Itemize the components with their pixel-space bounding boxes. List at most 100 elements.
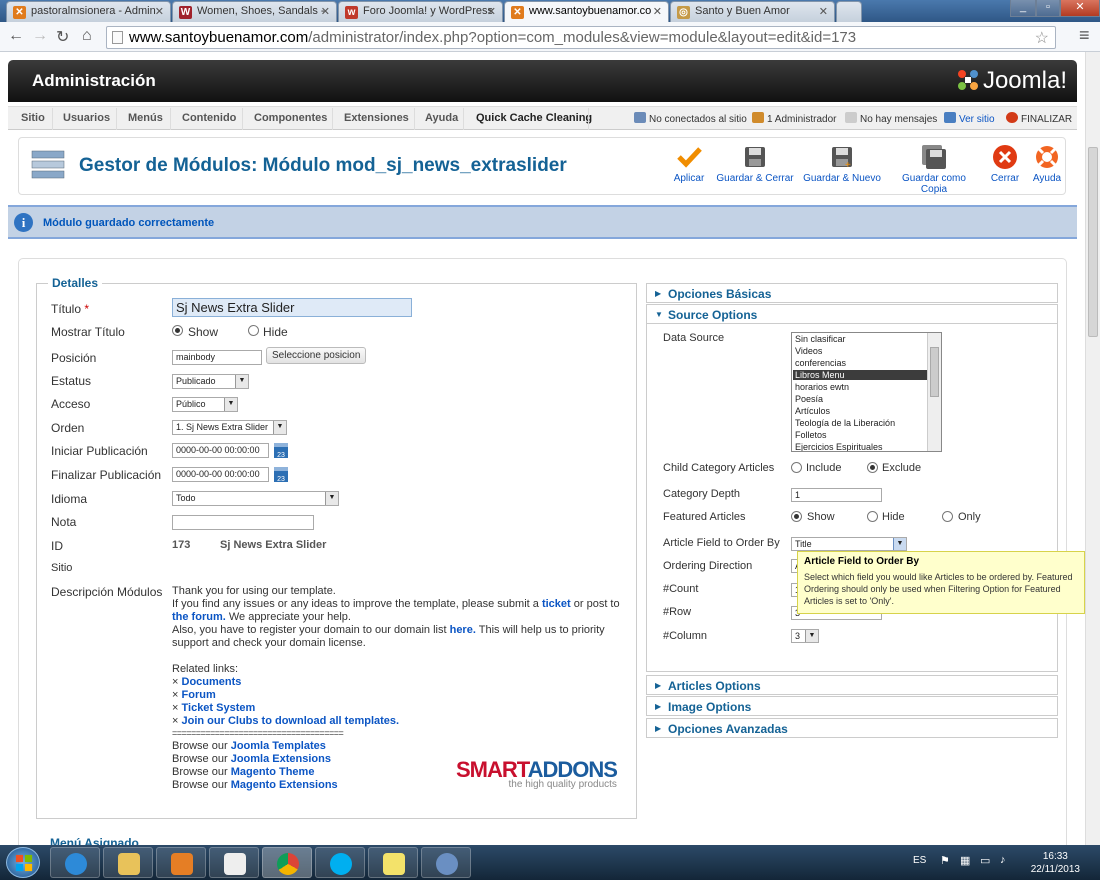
page-scrollbar[interactable] xyxy=(1085,52,1100,845)
list-item[interactable]: Artículos xyxy=(795,406,830,416)
publish-up-input[interactable]: 0000-00-00 00:00:00 xyxy=(172,443,269,458)
child-include-radio[interactable] xyxy=(791,462,802,473)
browser-tab-3[interactable]: w Foro Joomla! y WordPress ✕ xyxy=(338,1,503,22)
status-select[interactable]: Publicado ▼ xyxy=(172,374,249,389)
list-item[interactable]: Folletos xyxy=(795,430,827,440)
category-depth-input[interactable]: 1 xyxy=(791,488,882,502)
tray-flag-icon[interactable]: ⚑ xyxy=(940,854,950,867)
list-item-selected[interactable]: Libros Menu xyxy=(793,370,927,380)
position-input[interactable]: mainbody xyxy=(172,350,262,365)
home-icon[interactable]: ⌂ xyxy=(82,27,92,45)
tray-network-icon[interactable]: ▦ xyxy=(960,854,970,867)
logout-link[interactable]: FINALIZAR xyxy=(1006,112,1072,125)
featured-only-radio[interactable] xyxy=(942,511,953,522)
list-item[interactable]: Poesía xyxy=(795,394,823,404)
show-title-show-radio[interactable] xyxy=(172,325,183,336)
reload-icon[interactable]: ↻ xyxy=(56,27,69,47)
order-select[interactable]: 1. Sj News Extra Slider ▼ xyxy=(172,420,287,435)
forum-link[interactable]: the forum. xyxy=(172,611,226,623)
list-item[interactable]: Teología de la Liberación xyxy=(795,418,895,428)
save-copy-button[interactable]: Guardar como Copia xyxy=(889,144,979,195)
menu-menus[interactable]: Menús xyxy=(128,112,163,124)
apply-button[interactable]: Aplicar xyxy=(669,144,709,184)
language-select[interactable]: Todo ▼ xyxy=(172,491,339,506)
related-link-ticket[interactable]: × Ticket System xyxy=(172,702,255,715)
show-title-hide-radio[interactable] xyxy=(248,325,259,336)
menu-quick-cache[interactable]: Quick Cache Cleaning xyxy=(476,112,592,124)
browser-tab-2[interactable]: W Women, Shoes, Sandals - ✕ xyxy=(172,1,337,22)
taskbar-chrome[interactable] xyxy=(262,847,312,878)
minimize-icon[interactable]: _ xyxy=(1010,0,1036,17)
close-tab-icon[interactable]: ✕ xyxy=(819,5,828,18)
address-bar[interactable]: www.santoybuenamor.com/administrator/ind… xyxy=(106,26,1056,49)
featured-hide-radio[interactable] xyxy=(867,511,878,522)
menu-icon[interactable]: ≡ xyxy=(1079,25,1090,46)
list-item[interactable]: Ejercicios Espirituales xyxy=(795,442,883,451)
panel-source-options[interactable]: ▼ Source Options xyxy=(646,304,1058,324)
access-select[interactable]: Público ▼ xyxy=(172,397,238,412)
close-window-icon[interactable]: ✕ xyxy=(1060,0,1100,17)
menu-sitio[interactable]: Sitio xyxy=(21,112,45,124)
browser-tab-1[interactable]: ✕ pastoralmsionera - Admin ✕ xyxy=(6,1,171,22)
menu-extensiones[interactable]: Extensiones xyxy=(344,112,409,124)
taskbar-app[interactable] xyxy=(421,847,471,878)
title-input[interactable]: Sj News Extra Slider xyxy=(172,298,412,317)
featured-show-radio[interactable] xyxy=(791,511,802,522)
forward-icon[interactable]: → xyxy=(32,27,48,45)
taskbar-explorer[interactable] xyxy=(103,847,153,878)
svg-text:+: + xyxy=(845,160,851,170)
close-tab-icon[interactable]: ✕ xyxy=(321,5,330,18)
calendar-icon[interactable]: 23 xyxy=(274,443,288,459)
save-new-button[interactable]: + Guardar & Nuevo xyxy=(802,144,882,184)
back-icon[interactable]: ← xyxy=(8,27,24,45)
data-source-list[interactable]: Sin clasificar Videos conferencias Libro… xyxy=(791,332,942,452)
menu-usuarios[interactable]: Usuarios xyxy=(63,112,110,124)
list-item[interactable]: conferencias xyxy=(795,358,846,368)
scrollbar-thumb[interactable] xyxy=(1088,147,1098,337)
menu-ayuda[interactable]: Ayuda xyxy=(425,112,458,124)
panel-articles-options[interactable]: ▶ Articles Options xyxy=(646,675,1058,695)
bookmark-star-icon[interactable]: ☆ xyxy=(1035,28,1049,48)
close-tab-icon[interactable]: ✕ xyxy=(487,5,496,18)
start-button[interactable] xyxy=(6,847,40,878)
browser-tab-5[interactable]: ◎ Santo y Buen Amor ✕ xyxy=(670,1,835,22)
select-position-button[interactable]: Seleccione posicion xyxy=(266,347,367,364)
list-item[interactable]: horarios ewtn xyxy=(795,382,849,392)
here-link[interactable]: here. xyxy=(450,624,476,636)
taskbar-notes[interactable] xyxy=(368,847,418,878)
taskbar-skype[interactable] xyxy=(315,847,365,878)
save-close-button[interactable]: Guardar & Cerrar xyxy=(715,144,795,184)
close-button[interactable]: Cerrar xyxy=(987,144,1023,184)
taskbar-ie[interactable] xyxy=(50,847,100,878)
close-tab-icon[interactable]: ✕ xyxy=(155,5,164,18)
view-site-link[interactable]: Ver sitio xyxy=(944,112,995,125)
new-tab-button[interactable] xyxy=(836,1,862,22)
calendar-icon[interactable]: 23 xyxy=(274,467,288,483)
language-indicator[interactable]: ES xyxy=(913,855,926,866)
close-tab-icon[interactable]: ✕ xyxy=(653,5,662,18)
order-by-select[interactable]: Title ▼ xyxy=(791,537,907,551)
list-item[interactable]: Videos xyxy=(795,346,822,356)
column-select[interactable]: 3 ▼ xyxy=(791,629,819,643)
menu-componentes[interactable]: Componentes xyxy=(254,112,327,124)
taskbar-calendar[interactable] xyxy=(209,847,259,878)
related-link-documents[interactable]: × Documents xyxy=(172,676,241,689)
browser-tab-active[interactable]: ✕ www.santoybuenamor.co ✕ xyxy=(504,1,669,23)
menu-contenido[interactable]: Contenido xyxy=(182,112,236,124)
panel-advanced-options[interactable]: ▶ Opciones Avanzadas xyxy=(646,718,1058,738)
taskbar-media[interactable] xyxy=(156,847,206,878)
ticket-link[interactable]: ticket xyxy=(542,598,571,610)
panel-basic-options[interactable]: ▶ Opciones Básicas xyxy=(646,283,1058,303)
tray-battery-icon[interactable]: ▭ xyxy=(980,854,990,867)
list-item[interactable]: Sin clasificar xyxy=(795,334,846,344)
taskbar-clock[interactable]: 16:33 22/11/2013 xyxy=(1031,850,1080,876)
tray-volume-icon[interactable]: ♪ xyxy=(1000,854,1006,866)
list-scrollbar[interactable] xyxy=(927,333,941,451)
note-input[interactable] xyxy=(172,515,314,530)
maximize-icon[interactable]: ▫ xyxy=(1036,0,1060,17)
child-exclude-radio[interactable] xyxy=(867,462,878,473)
publish-down-input[interactable]: 0000-00-00 00:00:00 xyxy=(172,467,269,482)
help-button[interactable]: Ayuda xyxy=(1029,144,1065,184)
panel-image-options[interactable]: ▶ Image Options xyxy=(646,696,1058,716)
related-link-forum[interactable]: × Forum xyxy=(172,689,216,702)
